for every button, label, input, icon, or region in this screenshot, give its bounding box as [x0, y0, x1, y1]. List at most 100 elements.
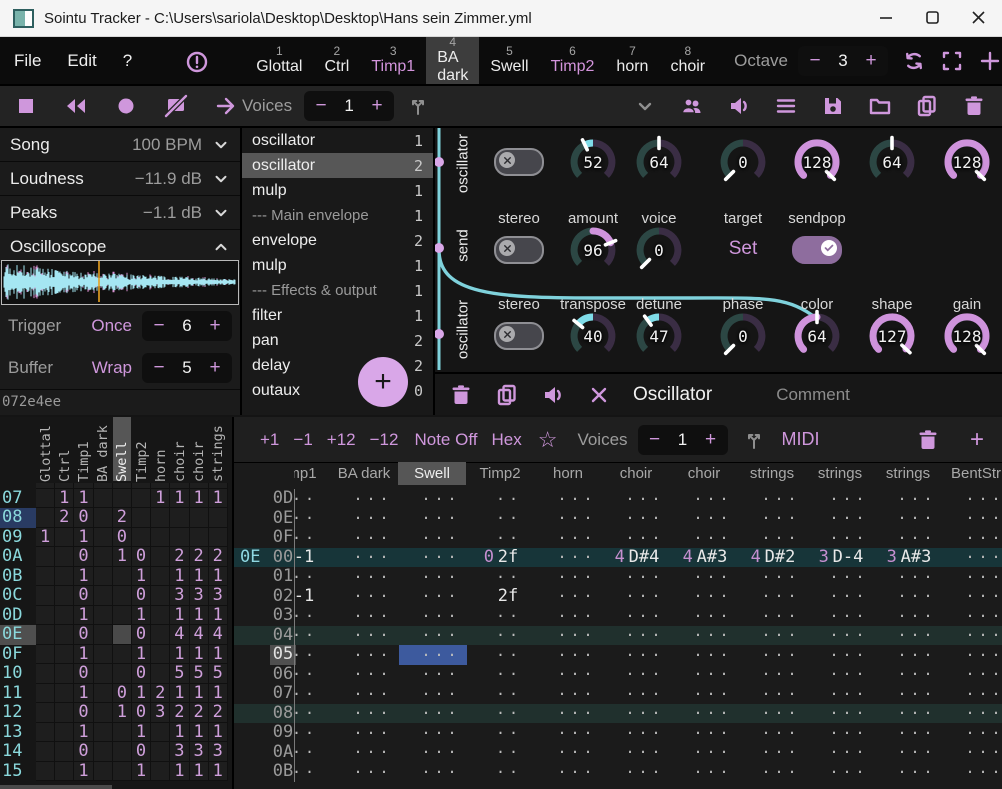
- matrix-cell[interactable]: [170, 508, 189, 528]
- pattern-cell[interactable]: ···: [807, 509, 875, 529]
- pattern-cell[interactable]: ···: [331, 528, 399, 548]
- matrix-cell[interactable]: 1: [113, 703, 132, 723]
- matrix-cell[interactable]: [36, 684, 55, 704]
- matrix-cell[interactable]: 1: [74, 762, 93, 782]
- voices-minus-button[interactable]: −: [308, 95, 334, 117]
- pattern-cell[interactable]: ···: [807, 704, 875, 724]
- matrix-cell[interactable]: [170, 528, 189, 548]
- matrix-cell[interactable]: [36, 508, 55, 528]
- matrix-cell[interactable]: [55, 528, 74, 548]
- knob-gain[interactable]: 128: [940, 309, 994, 363]
- unit-list-item[interactable]: mulp1: [242, 253, 433, 278]
- transpose-button-−1[interactable]: −1: [293, 430, 312, 450]
- meter-row-peaks[interactable]: Peaks−1.1 dB: [0, 196, 240, 230]
- matrix-cell[interactable]: 1: [209, 567, 228, 587]
- pattern-cell[interactable]: ···: [399, 606, 467, 626]
- matrix-cell[interactable]: 2: [113, 508, 132, 528]
- matrix-cell[interactable]: [36, 723, 55, 743]
- pattern-cell[interactable]: ···: [943, 587, 1002, 607]
- matrix-cell[interactable]: 1: [74, 567, 93, 587]
- matrix-cell[interactable]: 1: [132, 684, 151, 704]
- matrix-cell[interactable]: 0: [132, 664, 151, 684]
- pattern-cell[interactable]: ···: [943, 626, 1002, 646]
- pattern-cell[interactable]: ···: [331, 509, 399, 529]
- matrix-cell[interactable]: 1: [55, 489, 74, 509]
- matrix-cell[interactable]: 4: [209, 625, 228, 645]
- pattern-cell[interactable]: ···: [807, 567, 875, 587]
- pattern-cell[interactable]: ···: [603, 587, 671, 607]
- matrix-cell[interactable]: 1: [190, 567, 209, 587]
- pattern-cell[interactable]: ···: [671, 762, 739, 782]
- matrix-cell[interactable]: 0: [132, 742, 151, 762]
- pattern-cell[interactable]: ···: [399, 528, 467, 548]
- rewind-icon[interactable]: [64, 94, 88, 118]
- matrix-cell[interactable]: 0: [132, 703, 151, 723]
- meter-row-oscilloscope[interactable]: Oscilloscope: [0, 230, 240, 264]
- pattern-cell[interactable]: ···: [807, 762, 875, 782]
- pattern-cell[interactable]: ···: [603, 567, 671, 587]
- matrix-cell[interactable]: 1: [74, 684, 93, 704]
- pattern-cell[interactable]: ···: [943, 509, 1002, 529]
- matrix-column-header[interactable]: Glottal: [38, 420, 54, 482]
- pattern-cell[interactable]: ···: [331, 704, 399, 724]
- pattern-cell[interactable]: ··: [294, 567, 331, 587]
- matrix-cell[interactable]: [151, 664, 170, 684]
- pattern-cell[interactable]: ···: [671, 509, 739, 529]
- matrix-cell[interactable]: [36, 489, 55, 509]
- matrix-cell[interactable]: [113, 586, 132, 606]
- track-header-ba dark[interactable]: BA dark: [330, 462, 398, 485]
- pattern-cell[interactable]: ···: [875, 723, 943, 743]
- tab-instrument-choir[interactable]: 8choir: [659, 37, 716, 84]
- matrix-cell[interactable]: 3: [209, 742, 228, 762]
- trigger-minus-button[interactable]: −: [146, 315, 172, 337]
- track-header-strings[interactable]: strings: [806, 462, 874, 485]
- matrix-cell[interactable]: 1: [132, 723, 151, 743]
- matrix-cell[interactable]: 1: [209, 723, 228, 743]
- matrix-cell[interactable]: 4: [170, 625, 189, 645]
- pattern-cell[interactable]: ···: [943, 762, 1002, 782]
- matrix-cell[interactable]: 0: [74, 508, 93, 528]
- pattern-cell[interactable]: ··: [294, 762, 331, 782]
- star-icon[interactable]: ☆: [538, 430, 558, 450]
- pattern-cell[interactable]: -1: [294, 548, 331, 568]
- pattern-cell[interactable]: ···: [807, 626, 875, 646]
- pattern-cell[interactable]: ···: [671, 606, 739, 626]
- pattern-cell[interactable]: ···: [875, 606, 943, 626]
- track-header-horn[interactable]: horn: [534, 462, 602, 485]
- pattern-cell[interactable]: ···: [535, 528, 603, 548]
- pattern-cell[interactable]: ···: [603, 645, 671, 665]
- matrix-cell[interactable]: 3: [151, 703, 170, 723]
- unit-list-item[interactable]: --- Effects & output1: [242, 278, 433, 303]
- track-header-timp2[interactable]: Timp2: [466, 462, 534, 485]
- tab-instrument-swell[interactable]: 5Swell: [479, 37, 539, 84]
- stop-icon[interactable]: [14, 94, 38, 118]
- toggle-stereo[interactable]: [494, 236, 544, 264]
- pattern-cell[interactable]: -1: [294, 587, 331, 607]
- pattern-cell[interactable]: ···: [331, 567, 399, 587]
- voices-plus-button[interactable]: +: [364, 95, 390, 117]
- pattern-cell[interactable]: ···: [943, 489, 1002, 509]
- plus-icon[interactable]: [978, 49, 1002, 73]
- pattern-cell[interactable]: ··: [294, 489, 331, 509]
- matrix-cell[interactable]: 1: [74, 528, 93, 548]
- matrix-cell[interactable]: 1: [74, 723, 93, 743]
- pattern-cell[interactable]: ···: [739, 489, 807, 509]
- matrix-cell[interactable]: 1: [170, 723, 189, 743]
- pattern-cell[interactable]: ···: [535, 606, 603, 626]
- matrix-cell[interactable]: [36, 586, 55, 606]
- pattern-cell[interactable]: ···: [943, 684, 1002, 704]
- pattern-cell[interactable]: ··: [467, 743, 535, 763]
- pattern-cell[interactable]: ···: [739, 626, 807, 646]
- expand-icon[interactable]: [940, 49, 964, 73]
- matrix-cell[interactable]: 0: [74, 586, 93, 606]
- pattern-cell[interactable]: ···: [943, 645, 1002, 665]
- meter-row-song[interactable]: Song100 BPM: [0, 128, 240, 162]
- pattern-cell[interactable]: ···: [331, 645, 399, 665]
- pattern-cell[interactable]: ··: [294, 509, 331, 529]
- pattern-cell[interactable]: ···: [739, 684, 807, 704]
- pattern-cell[interactable]: ···: [535, 626, 603, 646]
- track-header-swell[interactable]: Swell: [398, 462, 466, 485]
- pattern-cell[interactable]: ···: [807, 528, 875, 548]
- matrix-cell[interactable]: [55, 645, 74, 665]
- matrix-cell[interactable]: 1: [190, 684, 209, 704]
